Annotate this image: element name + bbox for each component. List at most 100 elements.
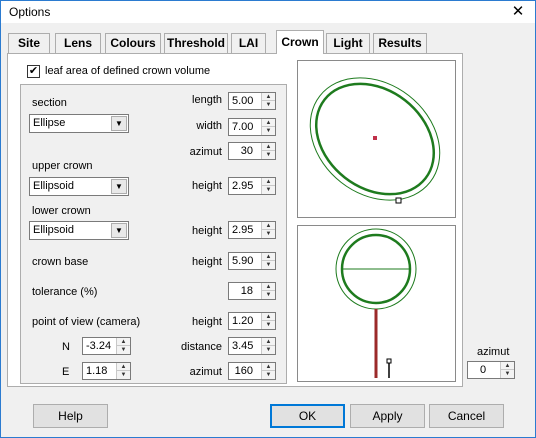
spin-down-icon[interactable]: ▼	[262, 186, 275, 194]
lower-crown-height-label: height	[192, 225, 222, 237]
pov-height-label: height	[192, 316, 222, 328]
crown-base-height-value[interactable]: 5.90	[232, 255, 253, 267]
help-button[interactable]: Help	[33, 404, 108, 428]
leaf-area-checkbox[interactable]: ✔	[27, 64, 40, 78]
spin-down-icon[interactable]: ▼	[501, 370, 514, 378]
tab-crown[interactable]: Crown	[276, 30, 324, 54]
tolerance-value[interactable]: 18	[241, 285, 253, 297]
pov-n-label: N	[62, 341, 70, 353]
leaf-area-option[interactable]: ✔ leaf area of defined crown volume	[27, 63, 210, 79]
lower-crown-shape-select[interactable]: Ellipsoid ▼	[29, 221, 129, 240]
chevron-down-icon[interactable]: ▼	[111, 179, 127, 194]
ok-button[interactable]: OK	[270, 404, 345, 428]
spin-up-icon[interactable]: ▲	[262, 338, 275, 346]
view-azimut-stepper[interactable]: 0 ▲ ▼	[467, 361, 515, 379]
spin-up-icon[interactable]: ▲	[501, 362, 514, 370]
section-azimut-stepper[interactable]: 30 ▲ ▼	[228, 142, 276, 160]
tab-lai[interactable]: LAI	[231, 33, 266, 53]
window-title: Options	[9, 5, 51, 19]
spin-down-icon[interactable]: ▼	[262, 101, 275, 109]
upper-crown-label: upper crown	[32, 160, 93, 172]
spin-up-icon[interactable]: ▲	[262, 178, 275, 186]
section-width-value[interactable]: 7.00	[232, 121, 253, 133]
spin-up-icon[interactable]: ▲	[262, 253, 275, 261]
title-bar: Options ✕	[1, 1, 535, 23]
pov-azimut-label: azimut	[189, 366, 222, 378]
spin-up-icon[interactable]: ▲	[262, 143, 275, 151]
pov-distance-label: distance	[181, 341, 222, 353]
pov-e-stepper[interactable]: 1.18 ▲ ▼	[82, 362, 131, 380]
crown-center-marker	[373, 136, 377, 140]
lower-crown-height-value[interactable]: 2.95	[232, 224, 253, 236]
tab-colours[interactable]: Colours	[105, 33, 161, 53]
chevron-down-icon[interactable]: ▼	[111, 116, 127, 131]
tolerance-label: tolerance (%)	[32, 286, 98, 298]
pov-azimut-stepper[interactable]: 160 ▲ ▼	[228, 362, 276, 380]
section-length-label: length	[192, 94, 222, 106]
crown-top-view	[297, 60, 456, 218]
camera-marker[interactable]	[395, 197, 402, 204]
section-azimut-label: azimut	[189, 146, 222, 158]
spin-up-icon[interactable]: ▲	[262, 313, 275, 321]
crown-top-view-canvas	[309, 77, 441, 204]
section-length-stepper[interactable]: 5.00 ▲ ▼	[228, 92, 276, 110]
spin-down-icon[interactable]: ▼	[262, 291, 275, 299]
spin-down-icon[interactable]: ▼	[117, 346, 130, 354]
crown-base-height-stepper[interactable]: 5.90 ▲ ▼	[228, 252, 276, 270]
spin-down-icon[interactable]: ▼	[262, 230, 275, 238]
pov-distance-value[interactable]: 3.45	[232, 340, 253, 352]
spin-down-icon[interactable]: ▼	[262, 346, 275, 354]
pov-e-label: E	[62, 366, 70, 378]
section-label: section	[32, 97, 67, 109]
tab-lens[interactable]: Lens	[55, 33, 101, 53]
pov-n-value[interactable]: -3.24	[86, 340, 111, 352]
tolerance-stepper[interactable]: 18 ▲ ▼	[228, 282, 276, 300]
spin-down-icon[interactable]: ▼	[262, 261, 275, 269]
spin-down-icon[interactable]: ▼	[262, 321, 275, 329]
view-azimut-value[interactable]: 0	[480, 364, 486, 376]
upper-crown-shape-value: Ellipsoid	[33, 180, 74, 192]
chevron-down-icon[interactable]: ▼	[111, 223, 127, 238]
spin-down-icon[interactable]: ▼	[117, 371, 130, 379]
section-shape-select[interactable]: Ellipse ▼	[29, 114, 129, 133]
upper-crown-height-value[interactable]: 2.95	[232, 180, 253, 192]
pov-e-value[interactable]: 1.18	[86, 365, 107, 377]
point-of-view-label: point of view (camera)	[32, 316, 141, 328]
leaf-area-label: leaf area of defined crown volume	[45, 65, 211, 77]
pov-height-value[interactable]: 1.20	[232, 315, 253, 327]
spin-down-icon[interactable]: ▼	[262, 371, 275, 379]
spin-up-icon[interactable]: ▲	[262, 222, 275, 230]
apply-button[interactable]: Apply	[350, 404, 425, 428]
pov-azimut-value[interactable]: 160	[235, 365, 253, 377]
pov-n-stepper[interactable]: -3.24 ▲ ▼	[82, 337, 131, 355]
view-azimut-label: azimut	[477, 346, 510, 358]
crown-base-height-label: height	[192, 256, 222, 268]
section-width-label: width	[196, 120, 222, 132]
spin-up-icon[interactable]: ▲	[117, 363, 130, 371]
spin-up-icon[interactable]: ▲	[262, 119, 275, 127]
crown-base-label: crown base	[32, 256, 89, 268]
section-width-stepper[interactable]: 7.00 ▲ ▼	[228, 118, 276, 136]
tab-site[interactable]: Site	[8, 33, 50, 53]
spin-up-icon[interactable]: ▲	[117, 338, 130, 346]
cancel-button[interactable]: Cancel	[429, 404, 504, 428]
spin-down-icon[interactable]: ▼	[262, 151, 275, 159]
section-length-value[interactable]: 5.00	[232, 95, 253, 107]
crown-side-view-canvas	[335, 228, 417, 378]
spin-down-icon[interactable]: ▼	[262, 127, 275, 135]
tab-results[interactable]: Results	[373, 33, 427, 53]
section-azimut-value[interactable]: 30	[241, 145, 253, 157]
spin-up-icon[interactable]: ▲	[262, 363, 275, 371]
upper-crown-height-stepper[interactable]: 2.95 ▲ ▼	[228, 177, 276, 195]
spin-up-icon[interactable]: ▲	[262, 283, 275, 291]
pov-height-stepper[interactable]: 1.20 ▲ ▼	[228, 312, 276, 330]
lower-crown-label: lower crown	[32, 205, 91, 217]
pov-distance-stepper[interactable]: 3.45 ▲ ▼	[228, 337, 276, 355]
tab-threshold[interactable]: Threshold	[164, 33, 228, 53]
upper-crown-shape-select[interactable]: Ellipsoid ▼	[29, 177, 129, 196]
camera-marker[interactable]	[386, 358, 392, 364]
spin-up-icon[interactable]: ▲	[262, 93, 275, 101]
tab-light[interactable]: Light	[326, 33, 370, 53]
lower-crown-height-stepper[interactable]: 2.95 ▲ ▼	[228, 221, 276, 239]
close-icon[interactable]: ✕	[501, 1, 535, 23]
